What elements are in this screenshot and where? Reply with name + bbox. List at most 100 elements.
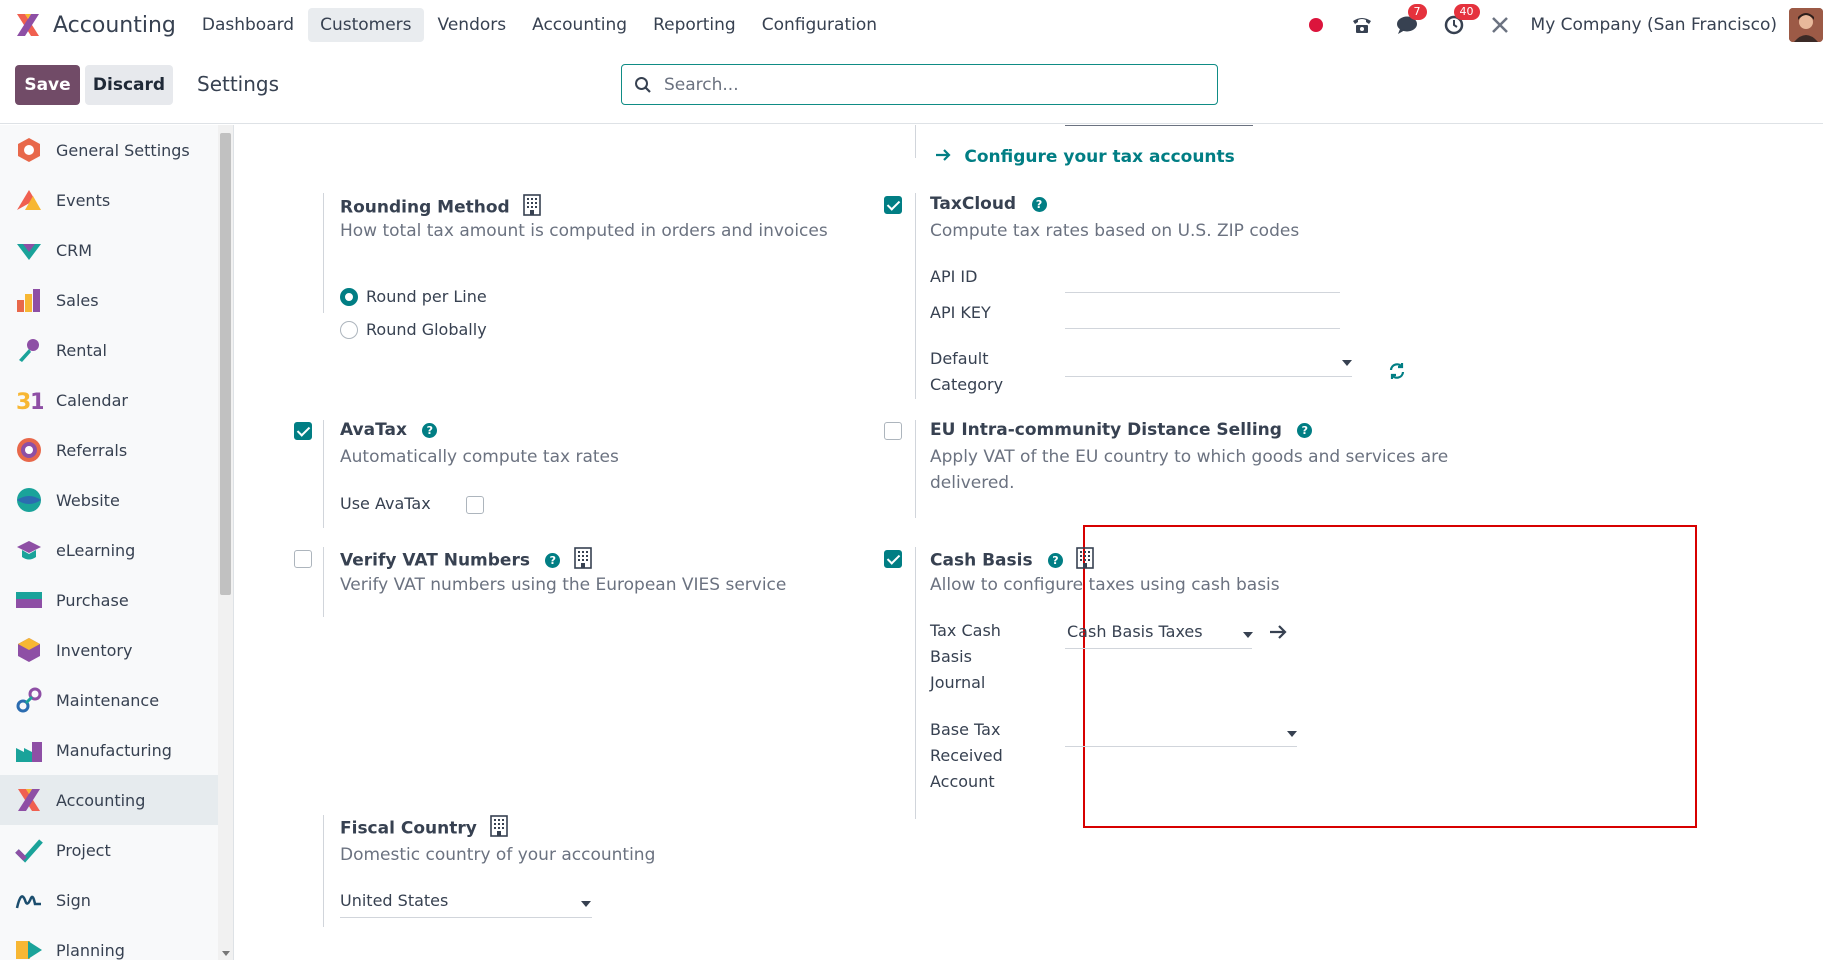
search-input[interactable] [664,74,1184,95]
taxcloud-desc: Compute tax rates based on U.S. ZIP code… [930,221,1300,241]
help-icon[interactable]: ? [1031,196,1047,212]
chevron-down-icon[interactable] [1342,360,1352,366]
sidebar-item-project[interactable]: Project [0,825,218,875]
sidebar-item-calendar[interactable]: 31 Calendar [0,375,218,425]
internal-link-arrow-icon[interactable] [1269,624,1287,645]
eu-distance-selling-checkbox[interactable] [884,422,902,440]
scroll-down-arrow-icon[interactable] [222,951,230,956]
api-key-input[interactable] [1065,328,1340,329]
api-id-input[interactable] [1065,292,1340,293]
sidebar-item-label: Rental [56,340,107,360]
sidebar-item-planning[interactable]: Planning [0,925,218,960]
cash-basis-highlight [1083,525,1697,828]
sidebar-item-label: Sales [56,290,99,310]
menu-configuration[interactable]: Configuration [750,8,889,42]
sidebar-item-label: Maintenance [56,690,160,710]
sidebar-item-label: Purchase [56,590,129,610]
fiscal-country-select[interactable]: United States [340,891,448,910]
sidebar-item-rental[interactable]: Rental [0,325,218,375]
app-name: Accounting [53,12,176,38]
menu-vendors[interactable]: Vendors [426,8,519,42]
sidebar-item-elearning[interactable]: eLearning [0,525,218,575]
default-category-label-line1: Default [930,349,989,368]
sidebar-item-sign[interactable]: Sign [0,875,218,925]
menu-customers[interactable]: Customers [308,8,424,42]
avatax-title: AvaTax [340,420,407,440]
taxcloud-title-row: TaxCloud ? [930,194,1047,214]
help-icon[interactable]: ? [1297,422,1313,438]
sidebar-item-label: Manufacturing [56,740,172,760]
recording-dot-icon[interactable] [1303,12,1329,38]
accounting-logo-icon [13,10,43,40]
configure-tax-accounts-link[interactable]: Configure your tax accounts [935,147,1235,167]
save-button[interactable]: Save [15,65,80,105]
sidebar-scrollbar[interactable] [218,125,234,960]
radio-round-globally[interactable] [340,321,358,339]
sidebar-item-website[interactable]: Website [0,475,218,525]
brand[interactable]: Accounting [13,10,190,40]
company-switcher[interactable]: My Company (San Francisco) [1531,15,1777,35]
avatax-checkbox[interactable] [294,422,312,440]
verify-vat-checkbox[interactable] [294,550,312,568]
search-box[interactable] [621,64,1218,105]
sidebar-item-label: Project [56,840,111,860]
inventory-icon [15,636,43,664]
eu-distance-title: EU Intra-community Distance Selling [930,420,1282,440]
divider [323,193,324,313]
taxcloud-checkbox[interactable] [884,196,902,214]
activities-icon[interactable]: 40 [1441,4,1480,38]
sidebar-item-general-settings[interactable]: General Settings [0,125,218,175]
manufacturing-icon [15,736,43,764]
divider [915,420,916,518]
messages-icon[interactable]: 7 [1395,4,1427,38]
tax-cash-basis-journal-select[interactable]: Cash Basis Taxes [1067,622,1203,641]
sidebar-item-label: Calendar [56,390,128,410]
sidebar-item-crm[interactable]: CRM [0,225,218,275]
menu-dashboard[interactable]: Dashboard [190,8,306,42]
activities-badge: 40 [1453,4,1480,20]
sidebar-item-manufacturing[interactable]: Manufacturing [0,725,218,775]
refresh-icon[interactable] [1388,362,1406,385]
default-category-select[interactable] [1065,376,1352,377]
sidebar-item-purchase[interactable]: Purchase [0,575,218,625]
debug-tools-icon[interactable] [1487,12,1513,38]
chevron-down-icon[interactable] [581,901,591,907]
cash-basis-checkbox[interactable] [884,550,902,568]
sidebar-item-accounting[interactable]: Accounting [0,775,218,825]
chevron-down-icon[interactable] [1243,632,1253,638]
tax-cash-basis-journal-label-1: Tax Cash [930,621,1001,640]
cash-basis-desc: Allow to configure taxes using cash basi… [930,575,1280,595]
avatax-title-row: AvaTax ? [340,420,438,440]
chevron-down-icon[interactable] [1287,731,1297,737]
messages-badge: 7 [1407,4,1427,20]
menu-reporting[interactable]: Reporting [641,8,748,42]
user-avatar[interactable] [1789,8,1823,42]
sidebar-item-label: Sign [56,890,91,910]
sidebar-item-maintenance[interactable]: Maintenance [0,675,218,725]
eu-distance-desc-line2: delivered. [930,473,1015,493]
tax-cash-basis-journal-label-2: Basis [930,647,972,666]
eu-distance-title-row: EU Intra-community Distance Selling ? [930,420,1313,440]
help-icon[interactable]: ? [422,422,438,438]
default-category-label-line2: Category [930,375,1004,394]
purchase-icon [15,586,43,614]
company-building-icon [490,815,509,842]
sidebar-item-events[interactable]: Events [0,175,218,225]
radio-round-per-line[interactable] [340,288,358,306]
use-avatax-checkbox[interactable] [466,496,484,514]
scrollbar-thumb[interactable] [220,133,231,595]
phone-icon[interactable] [1349,12,1375,38]
api-id-label: API ID [930,267,978,286]
discard-button[interactable]: Discard [85,65,173,105]
settings-app-sidebar: General Settings Events CRM Sales Rental… [0,125,218,960]
sidebar-item-sales[interactable]: Sales [0,275,218,325]
sidebar-item-referrals[interactable]: Referrals [0,425,218,475]
field-underline [1065,648,1252,649]
help-icon[interactable]: ? [545,553,561,568]
menu-accounting[interactable]: Accounting [520,8,639,42]
svg-text:1: 1 [30,390,43,414]
radio-label[interactable]: Round per Line [366,287,487,306]
sidebar-item-inventory[interactable]: Inventory [0,625,218,675]
help-icon[interactable]: ? [1048,553,1063,568]
radio-label[interactable]: Round Globally [366,320,487,339]
